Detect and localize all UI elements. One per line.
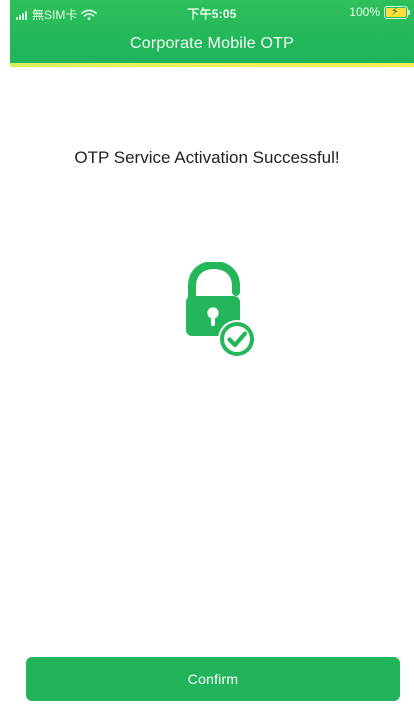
otp-activation-success-screen: 無SIM卡 下午5:05 100% ⚡ Corporate Mobile OTP… (0, 0, 414, 722)
status-bar: 無SIM卡 下午5:05 100% ⚡ (10, 0, 414, 26)
confirm-button[interactable]: Confirm (26, 657, 400, 701)
activation-success-heading: OTP Service Activation Successful! (74, 148, 340, 167)
battery-percent: 100% (349, 5, 380, 19)
charging-bolt-icon: ⚡ (391, 5, 399, 18)
header-accent-bar (10, 63, 414, 67)
padlock-unlocked-check-icon (186, 262, 256, 358)
battery-icon: ⚡ (384, 5, 410, 19)
app-header: 無SIM卡 下午5:05 100% ⚡ Corporate Mobile OTP (10, 0, 414, 66)
status-right: 100% ⚡ (349, 5, 410, 19)
nav-title: Corporate Mobile OTP (129, 35, 295, 52)
